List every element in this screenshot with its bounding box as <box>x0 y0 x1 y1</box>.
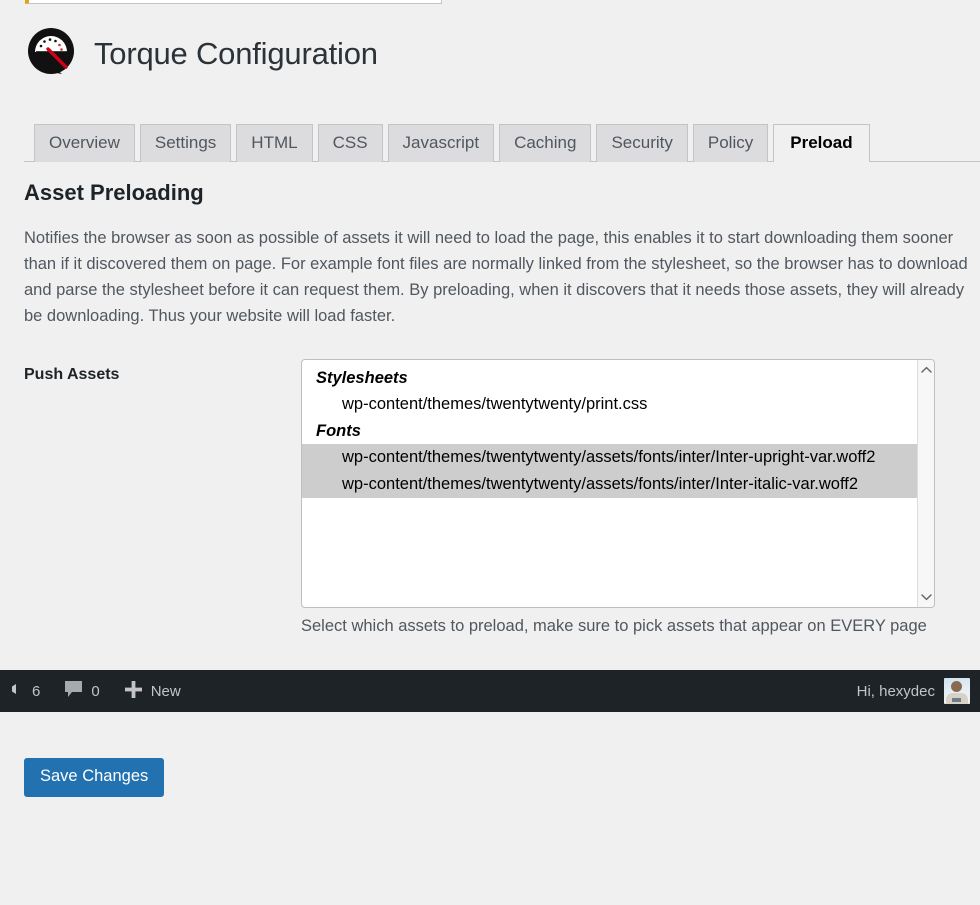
admin-bar-my-account[interactable]: Hi, hexydec <box>857 670 980 712</box>
admin-bar-left-group: 6 0 New <box>0 670 193 712</box>
settings-tab-bar: Overview Settings HTML CSS Javascript Ca… <box>24 117 980 162</box>
list-item[interactable]: wp-content/themes/twentytwenty/print.css <box>302 391 917 418</box>
tab-javascript[interactable]: Javascript <box>387 123 495 162</box>
push-assets-label: Push Assets <box>24 366 120 383</box>
push-assets-field: Stylesheets wp-content/themes/twentytwen… <box>301 359 935 608</box>
tab-css[interactable]: CSS <box>317 123 383 162</box>
tab-overview[interactable]: Overview <box>34 123 135 162</box>
scroll-up-icon[interactable] <box>919 363 934 377</box>
scroll-down-icon[interactable] <box>919 590 934 604</box>
tab-settings[interactable]: Settings <box>139 123 232 162</box>
admin-bar-new-content[interactable]: New <box>112 670 193 712</box>
speedometer-gauge-icon <box>24 26 80 82</box>
section-title: Asset Preloading <box>24 180 204 205</box>
page-title: Torque Configuration <box>94 36 378 71</box>
new-content-label: New <box>150 682 181 700</box>
optgroup-label-fonts: Fonts <box>316 422 361 440</box>
account-greeting: Hi, hexydec <box>856 682 935 700</box>
admin-bar-comments[interactable]: 0 <box>52 670 111 712</box>
list-item[interactable]: wp-content/themes/twentytwenty/assets/fo… <box>302 471 917 498</box>
tab-preload[interactable]: Preload <box>773 123 870 162</box>
tab-html[interactable]: HTML <box>236 123 313 162</box>
updates-icon <box>8 681 24 701</box>
section-description: Notifies the browser as soon as possible… <box>24 229 968 325</box>
save-button[interactable]: Save Changes <box>24 758 165 797</box>
tab-caching[interactable]: Caching <box>499 123 592 162</box>
wp-admin-bar: 6 0 New Hi, hexydec <box>0 670 980 712</box>
listbox-options: Stylesheets wp-content/themes/twentytwen… <box>302 360 917 607</box>
optgroup-label-stylesheets: Stylesheets <box>316 369 408 387</box>
plus-icon <box>124 680 143 703</box>
admin-notice <box>25 0 442 4</box>
list-item[interactable]: wp-content/themes/twentytwenty/assets/fo… <box>302 444 917 471</box>
push-assets-help-text: Select which assets to preload, make sur… <box>301 617 927 635</box>
comment-bubble-icon <box>64 680 83 702</box>
tab-security[interactable]: Security <box>596 123 688 162</box>
page-header: Torque Configuration <box>24 26 378 82</box>
admin-bar-updates[interactable]: 6 <box>0 670 52 712</box>
comments-count: 0 <box>91 682 100 700</box>
avatar <box>944 678 970 704</box>
listbox-scrollbar[interactable] <box>917 360 934 607</box>
push-assets-listbox[interactable]: Stylesheets wp-content/themes/twentytwen… <box>301 359 935 608</box>
updates-count: 6 <box>32 682 41 700</box>
tab-policy[interactable]: Policy <box>692 123 769 162</box>
